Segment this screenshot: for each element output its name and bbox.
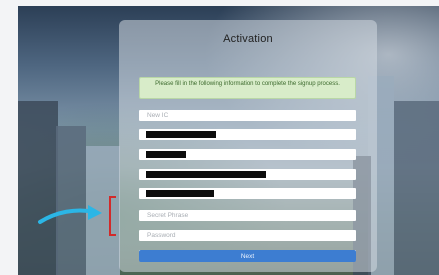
redaction-bar [146, 171, 266, 178]
info-notice: Please fill in the following information… [139, 77, 356, 99]
redacted-field[interactable] [139, 169, 356, 180]
activation-panel: Activation Please fill in the following … [119, 20, 377, 272]
redacted-field[interactable] [139, 188, 356, 199]
redacted-field[interactable] [139, 149, 356, 160]
building-shape [18, 101, 58, 275]
arrow-icon [38, 205, 102, 224]
building-shape [394, 101, 439, 275]
page-title: Activation [223, 33, 273, 45]
redaction-bar [146, 190, 214, 197]
redaction-bar [146, 151, 186, 158]
new-ic-field[interactable] [139, 110, 356, 121]
red-bracket-annotation [109, 196, 116, 236]
next-button[interactable]: Next [139, 250, 356, 262]
building-shape [56, 126, 86, 275]
secret-phrase-field[interactable] [139, 210, 356, 221]
password-field[interactable] [139, 230, 356, 241]
redacted-field[interactable] [139, 129, 356, 140]
redaction-bar [146, 131, 216, 138]
